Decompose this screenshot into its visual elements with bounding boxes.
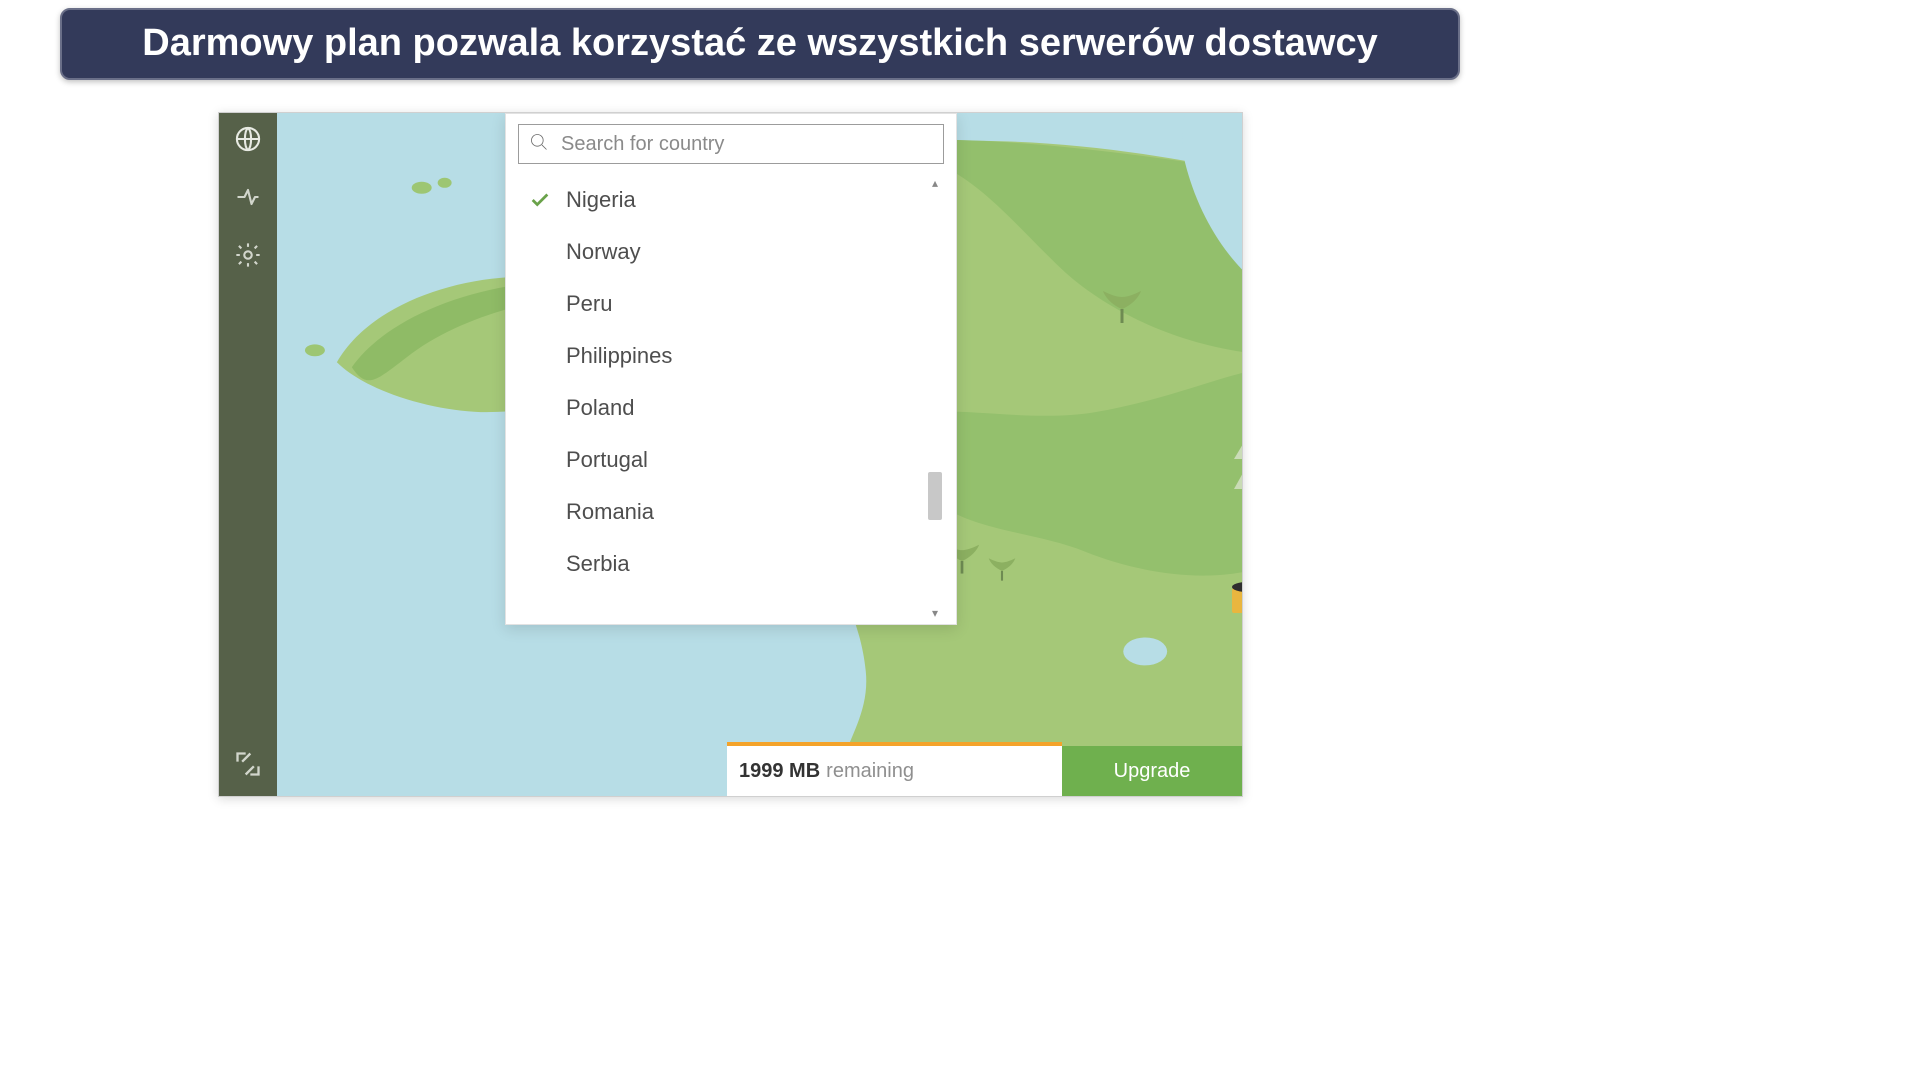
top-banner: Darmowy plan pozwala korzystać ze wszyst… [60,8,1460,80]
mountain-icon [1232,433,1242,466]
country-name: Nigeria [566,187,636,213]
check-icon [528,344,552,368]
country-name: Peru [566,291,612,317]
upgrade-label: Upgrade [1114,760,1191,783]
scroll-thumb[interactable] [928,472,942,520]
check-icon [528,188,552,212]
country-item[interactable]: Peru [518,278,944,330]
search-icon [529,132,549,157]
country-item[interactable]: Portugal [518,434,944,486]
country-item[interactable]: Nigeria [518,174,944,226]
search-field[interactable] [518,124,944,164]
check-icon [528,240,552,264]
scroll-up-arrow[interactable]: ▴ [926,174,944,192]
country-name: Norway [566,239,641,265]
country-item[interactable]: Poland [518,382,944,434]
country-name: Poland [566,395,635,421]
country-list: Nigeria Norway Peru Philippines Poland Portug… [518,174,944,622]
tunnel-marker[interactable] [1232,577,1242,613]
country-name: Philippines [566,343,672,369]
country-item[interactable]: Serbia [518,538,944,590]
country-name: Portugal [566,447,648,473]
check-icon [528,500,552,524]
banner-text: Darmowy plan pozwala korzystać ze wszyst… [142,22,1377,64]
check-icon [528,448,552,472]
gear-icon[interactable] [234,241,262,269]
tree-icon [985,551,1020,590]
footer: 1999 MB remaining Upgrade [727,746,1242,796]
remaining-amount: 1999 MB [739,760,820,783]
upgrade-button[interactable]: Upgrade [1062,746,1242,796]
check-icon [528,292,552,316]
remaining-label: remaining [826,760,914,783]
check-icon [528,396,552,420]
app-window: Nigeria Norway Peru Philippines Poland Portug… [218,112,1243,797]
globe-icon[interactable] [234,125,262,153]
sidebar [219,113,277,796]
country-name: Romania [566,499,654,525]
tree-icon [1097,281,1147,336]
search-input[interactable] [561,133,933,156]
country-name: Serbia [566,551,630,577]
country-picker: Nigeria Norway Peru Philippines Poland Portug… [505,113,957,625]
scroll-down-arrow[interactable]: ▾ [926,604,944,622]
mountain-icon [1232,463,1242,496]
check-icon [528,552,552,576]
country-item[interactable]: Norway [518,226,944,278]
map-area[interactable]: Nigeria Norway Peru Philippines Poland Portug… [277,113,1242,796]
country-item[interactable]: Philippines [518,330,944,382]
country-item[interactable]: Romania [518,486,944,538]
scrollbar[interactable]: ▴ ▾ [926,174,944,622]
collapse-icon[interactable] [234,750,262,778]
split-tunnel-icon[interactable] [234,183,262,211]
data-remaining: 1999 MB remaining [727,746,1062,796]
